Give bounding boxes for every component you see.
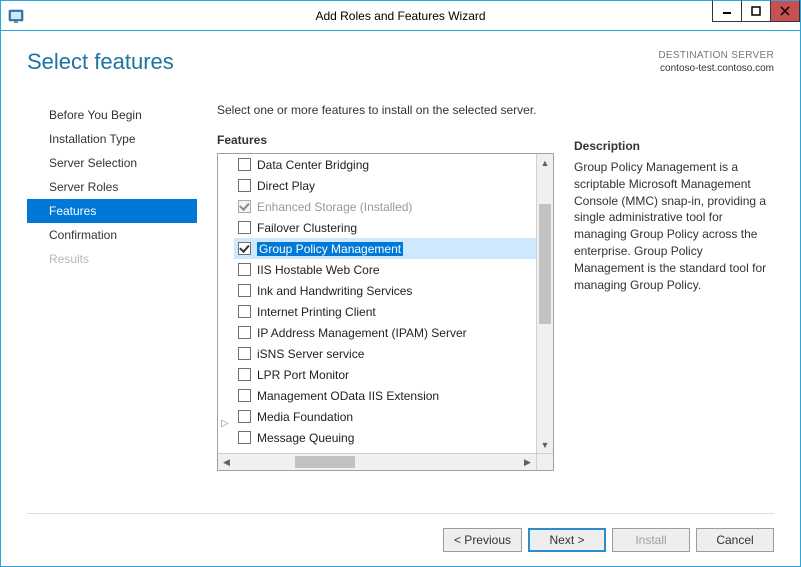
description-column: Description Group Policy Management is a…: [574, 103, 774, 503]
description-text: Group Policy Management is a scriptable …: [574, 159, 774, 293]
feature-checkbox[interactable]: [238, 347, 251, 360]
feature-item[interactable]: IP Address Management (IPAM) Server: [234, 322, 536, 343]
feature-label: Group Policy Management: [257, 242, 403, 256]
feature-item[interactable]: Media Foundation: [234, 406, 536, 427]
destination-label: DESTINATION SERVER: [658, 49, 774, 62]
previous-button[interactable]: < Previous: [443, 528, 522, 552]
minimize-button[interactable]: [712, 0, 742, 22]
destination-server: contoso-test.contoso.com: [658, 62, 774, 75]
main-row: Before You Begin Installation Type Serve…: [27, 103, 774, 503]
feature-checkbox[interactable]: [238, 221, 251, 234]
destination-block: DESTINATION SERVER contoso-test.contoso.…: [658, 49, 774, 75]
feature-checkbox[interactable]: [238, 389, 251, 402]
install-button: Install: [612, 528, 690, 552]
window-title: Add Roles and Features Wizard: [315, 9, 485, 23]
feature-item[interactable]: Management OData IIS Extension: [234, 385, 536, 406]
scroll-corner: [536, 454, 553, 470]
feature-checkbox[interactable]: [238, 431, 251, 444]
feature-checkbox[interactable]: [238, 305, 251, 318]
feature-item[interactable]: Data Center Bridging: [234, 154, 536, 175]
scroll-left-icon[interactable]: ◀: [218, 454, 235, 470]
center-pane: Select one or more features to install o…: [217, 103, 774, 503]
feature-checkbox[interactable]: [238, 284, 251, 297]
feature-item[interactable]: LPR Port Monitor: [234, 364, 536, 385]
horizontal-scrollbar[interactable]: ◀ ▶: [218, 453, 553, 470]
maximize-icon: [751, 6, 761, 16]
feature-label: iSNS Server service: [257, 347, 364, 361]
wizard-nav: Before You Begin Installation Type Serve…: [27, 103, 197, 503]
app-icon: [7, 7, 25, 25]
horizontal-scroll-thumb[interactable]: [295, 456, 355, 468]
feature-label: Message Queuing: [257, 431, 354, 445]
feature-checkbox[interactable]: [238, 242, 251, 255]
feature-label: Failover Clustering: [257, 221, 357, 235]
feature-item[interactable]: Ink and Handwriting Services: [234, 280, 536, 301]
feature-label: Media Foundation: [257, 410, 353, 424]
content-area: Select features DESTINATION SERVER conto…: [1, 31, 800, 566]
wizard-window: Add Roles and Features Wizard Select fea…: [0, 0, 801, 567]
close-button[interactable]: [770, 0, 800, 22]
feature-label: IIS Hostable Web Core: [257, 263, 380, 277]
next-button[interactable]: Next >: [528, 528, 606, 552]
minimize-icon: [722, 6, 732, 16]
nav-server-roles[interactable]: Server Roles: [27, 175, 197, 199]
scroll-down-icon[interactable]: ▼: [537, 436, 553, 453]
feature-item[interactable]: Failover Clustering: [234, 217, 536, 238]
feature-item[interactable]: Internet Printing Client: [234, 301, 536, 322]
close-icon: [780, 6, 790, 16]
cancel-button[interactable]: Cancel: [696, 528, 774, 552]
window-controls: [713, 0, 800, 22]
nav-results: Results: [27, 247, 197, 271]
nav-confirmation[interactable]: Confirmation: [27, 223, 197, 247]
feature-checkbox: [238, 200, 251, 213]
titlebar: Add Roles and Features Wizard: [1, 1, 800, 31]
description-label: Description: [574, 139, 774, 153]
feature-item: Enhanced Storage (Installed): [234, 196, 536, 217]
vertical-scroll-thumb[interactable]: [539, 204, 551, 324]
scroll-right-icon[interactable]: ▶: [519, 454, 536, 470]
nav-server-selection[interactable]: Server Selection: [27, 151, 197, 175]
features-list[interactable]: Data Center Bridging Direct Play Enhanced …: [234, 154, 536, 453]
feature-checkbox[interactable]: [238, 263, 251, 276]
vertical-scrollbar[interactable]: ▲ ▼: [536, 154, 553, 453]
instruction-text: Select one or more features to install o…: [217, 103, 554, 117]
feature-checkbox[interactable]: [238, 326, 251, 339]
page-title: Select features: [27, 49, 174, 75]
expander-icon[interactable]: ▷: [221, 418, 229, 429]
nav-features[interactable]: Features: [27, 199, 197, 223]
feature-label: Enhanced Storage (Installed): [257, 200, 412, 214]
feature-label: LPR Port Monitor: [257, 368, 349, 382]
features-column: Select one or more features to install o…: [217, 103, 554, 503]
feature-label: Management OData IIS Extension: [257, 389, 439, 403]
nav-before-you-begin[interactable]: Before You Begin: [27, 103, 197, 127]
feature-label: Data Center Bridging: [257, 158, 369, 172]
maximize-button[interactable]: [741, 0, 771, 22]
footer-buttons: < Previous Next > Install Cancel: [27, 513, 774, 552]
feature-label: Internet Printing Client: [257, 305, 376, 319]
header-row: Select features DESTINATION SERVER conto…: [27, 49, 774, 75]
tree-gutter: ▷: [218, 154, 234, 453]
listbox-inner: ▷ Data Center Bridging Direct Play Enhance…: [218, 154, 553, 453]
feature-checkbox[interactable]: [238, 368, 251, 381]
features-listbox: ▷ Data Center Bridging Direct Play Enhance…: [217, 153, 554, 471]
nav-installation-type[interactable]: Installation Type: [27, 127, 197, 151]
feature-item[interactable]: Direct Play: [234, 175, 536, 196]
feature-label: Ink and Handwriting Services: [257, 284, 412, 298]
feature-item[interactable]: Group Policy Management: [234, 238, 536, 259]
feature-label: Direct Play: [257, 179, 315, 193]
feature-checkbox[interactable]: [238, 410, 251, 423]
feature-checkbox[interactable]: [238, 158, 251, 171]
feature-item[interactable]: iSNS Server service: [234, 343, 536, 364]
features-label: Features: [217, 133, 554, 147]
horizontal-track[interactable]: [235, 454, 519, 470]
feature-item[interactable]: Message Queuing: [234, 427, 536, 448]
feature-item[interactable]: IIS Hostable Web Core: [234, 259, 536, 280]
feature-label: IP Address Management (IPAM) Server: [257, 326, 467, 340]
feature-checkbox[interactable]: [238, 179, 251, 192]
scroll-up-icon[interactable]: ▲: [537, 154, 553, 171]
